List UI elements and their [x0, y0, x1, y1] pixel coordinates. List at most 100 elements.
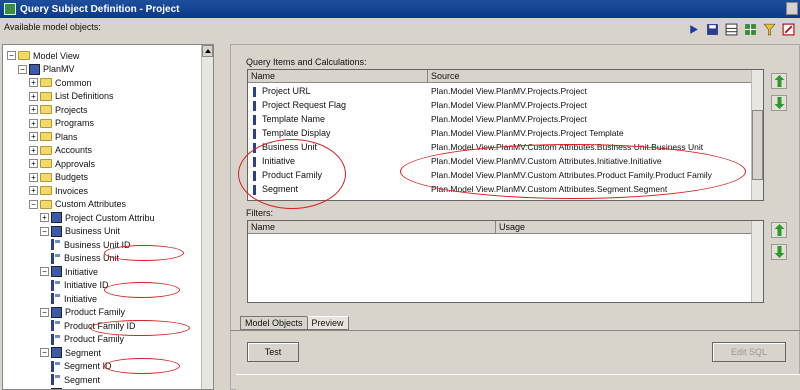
tree-node[interactable]: Business Unit ID: [51, 238, 131, 251]
test-button[interactable]: Test: [247, 342, 299, 362]
arrow-up-icon: [774, 224, 784, 236]
row-source: Plan.Model View.PlanMV.Custom Attributes…: [431, 170, 712, 180]
table-icon[interactable]: [723, 21, 739, 37]
column-header-name[interactable]: Name: [248, 70, 428, 83]
expand-icon[interactable]: +: [29, 91, 38, 101]
tree-node[interactable]: + Project Custom Attribu: [40, 211, 155, 224]
table-row[interactable]: Template Name Plan.Model View.PlanMV.Proj…: [248, 113, 753, 126]
expand-icon[interactable]: +: [29, 118, 38, 128]
arrow-down-icon: [774, 246, 784, 258]
collapse-icon[interactable]: −: [40, 307, 49, 317]
tree-node[interactable]: − Product Family: [40, 306, 125, 319]
tree-node[interactable]: + List Definitions: [29, 90, 114, 103]
tree-node[interactable]: Product Family ID: [51, 319, 136, 332]
scroll-thumb[interactable]: [752, 110, 763, 180]
panel-splitter[interactable]: [216, 44, 230, 390]
move-up-button[interactable]: [771, 73, 787, 89]
filters-grid[interactable]: Name Usage: [247, 220, 764, 303]
tree-node[interactable]: + Plans: [29, 130, 78, 143]
table-row[interactable]: Initiative Plan.Model View.PlanMV.Custom …: [248, 155, 753, 168]
expand-icon[interactable]: +: [29, 159, 38, 168]
tree-node[interactable]: + Accounts: [29, 144, 92, 157]
tree-node[interactable]: + Common: [29, 76, 92, 89]
row-source: Plan.Model View.PlanMV.Custom Attributes…: [431, 142, 704, 152]
column-header-usage[interactable]: Usage: [496, 221, 753, 234]
filter-move-up-button[interactable]: [771, 222, 787, 238]
expand-icon[interactable]: +: [29, 172, 38, 182]
toolbar: [685, 20, 796, 38]
tab-model-objects[interactable]: Model Objects: [240, 316, 308, 330]
tree-node[interactable]: Initiative ID: [51, 279, 109, 292]
app-icon: [4, 3, 16, 15]
save-icon[interactable]: [704, 21, 720, 37]
collapse-icon[interactable]: −: [29, 199, 38, 209]
tree-node[interactable]: Initiative: [51, 292, 97, 305]
collapse-icon[interactable]: −: [40, 267, 49, 276]
expand-icon[interactable]: +: [29, 105, 38, 114]
expand-icon[interactable]: +: [29, 78, 38, 87]
folder-icon: [40, 159, 52, 168]
scroll-up-icon[interactable]: [202, 45, 213, 57]
model-objects-tree[interactable]: − Model View − PlanMV + Common + List Definitio…: [2, 44, 214, 390]
table-row[interactable]: Template Display Plan.Model View.PlanMV.P…: [248, 127, 753, 140]
tree-node[interactable]: + Programs: [29, 117, 94, 130]
close-icon[interactable]: [786, 2, 798, 15]
query-item-icon: [253, 87, 256, 97]
expand-icon[interactable]: +: [29, 186, 38, 195]
collapse-icon[interactable]: −: [7, 51, 16, 60]
query-item-icon: [51, 333, 61, 345]
move-down-button[interactable]: [771, 95, 787, 111]
tree-node[interactable]: − Custom Attributes: [29, 198, 126, 211]
column-header-filter-name[interactable]: Name: [248, 221, 496, 234]
table-row[interactable]: Product Family Plan.Model View.PlanMV.Cus…: [248, 169, 753, 182]
filters-grid-header: Name Usage: [248, 221, 763, 234]
tree-node[interactable]: − Model View: [7, 49, 79, 62]
tree-scrollbar[interactable]: [201, 45, 213, 389]
tree-node[interactable]: Segment: [51, 373, 100, 386]
tree-node-label: Segment: [65, 347, 102, 358]
expand-icon[interactable]: +: [29, 145, 38, 155]
edit-icon[interactable]: [780, 21, 796, 37]
table-row[interactable]: Project URL Plan.Model View.PlanMV.Projec…: [248, 85, 753, 98]
tree-node[interactable]: + Approvals: [29, 157, 95, 170]
tree-node-label: Segment: [64, 374, 101, 385]
table-row[interactable]: Business Unit Plan.Model View.PlanMV.Cust…: [248, 141, 753, 154]
query-subject-icon: [51, 347, 62, 358]
tree-node[interactable]: + Invoices: [29, 184, 88, 197]
table-row[interactable]: Segment Plan.Model View.PlanMV.Custom Att…: [248, 183, 753, 196]
tree-node[interactable]: Segment ID: [51, 360, 112, 373]
collapse-icon[interactable]: −: [40, 226, 49, 236]
tree-node-label: Product Family: [65, 307, 126, 317]
filter-move-down-button[interactable]: [771, 244, 787, 260]
edit-sql-button[interactable]: Edit SQL: [712, 342, 786, 362]
tree-node[interactable]: Business Unit: [51, 252, 119, 265]
table-row[interactable]: Project Request Flag Plan.Model View.Plan…: [248, 99, 753, 112]
tree-node[interactable]: − Business Unit: [40, 225, 120, 238]
tree-node-label: Invoices: [55, 185, 89, 196]
expand-icon[interactable]: +: [40, 213, 49, 222]
tree-node[interactable]: − Segment: [40, 346, 101, 359]
filter-icon[interactable]: [761, 21, 777, 37]
arrow-up-icon: [774, 75, 784, 87]
tab-preview[interactable]: Preview: [306, 316, 349, 330]
tree-node-label: Business Unit: [65, 226, 121, 236]
grid-icon[interactable]: [742, 21, 758, 37]
folder-icon: [40, 132, 52, 141]
tree-node[interactable]: + Projects: [29, 103, 88, 116]
tree-node[interactable]: +Project Performance S: [40, 387, 156, 389]
tree-node[interactable]: − PlanMV: [18, 63, 75, 76]
tree-node[interactable]: − Initiative: [40, 265, 98, 278]
tree-node[interactable]: + Budgets: [29, 171, 88, 184]
query-items-grid[interactable]: Name Source Project URL Plan.Model View.P…: [247, 69, 764, 201]
collapse-icon[interactable]: −: [40, 348, 49, 357]
tree-node[interactable]: Product Family: [51, 333, 124, 346]
row-source: Plan.Model View.PlanMV.Custom Attributes…: [431, 156, 662, 166]
expand-icon[interactable]: +: [29, 132, 38, 141]
tree-node-label: Common: [55, 77, 92, 88]
collapse-icon[interactable]: −: [18, 64, 27, 74]
arrow-down-icon: [774, 97, 784, 109]
column-header-source[interactable]: Source: [428, 70, 753, 83]
tree-node-label: Initiative: [64, 293, 98, 304]
filters-grid-scrollbar[interactable]: [751, 221, 763, 302]
run-icon[interactable]: [685, 21, 701, 37]
